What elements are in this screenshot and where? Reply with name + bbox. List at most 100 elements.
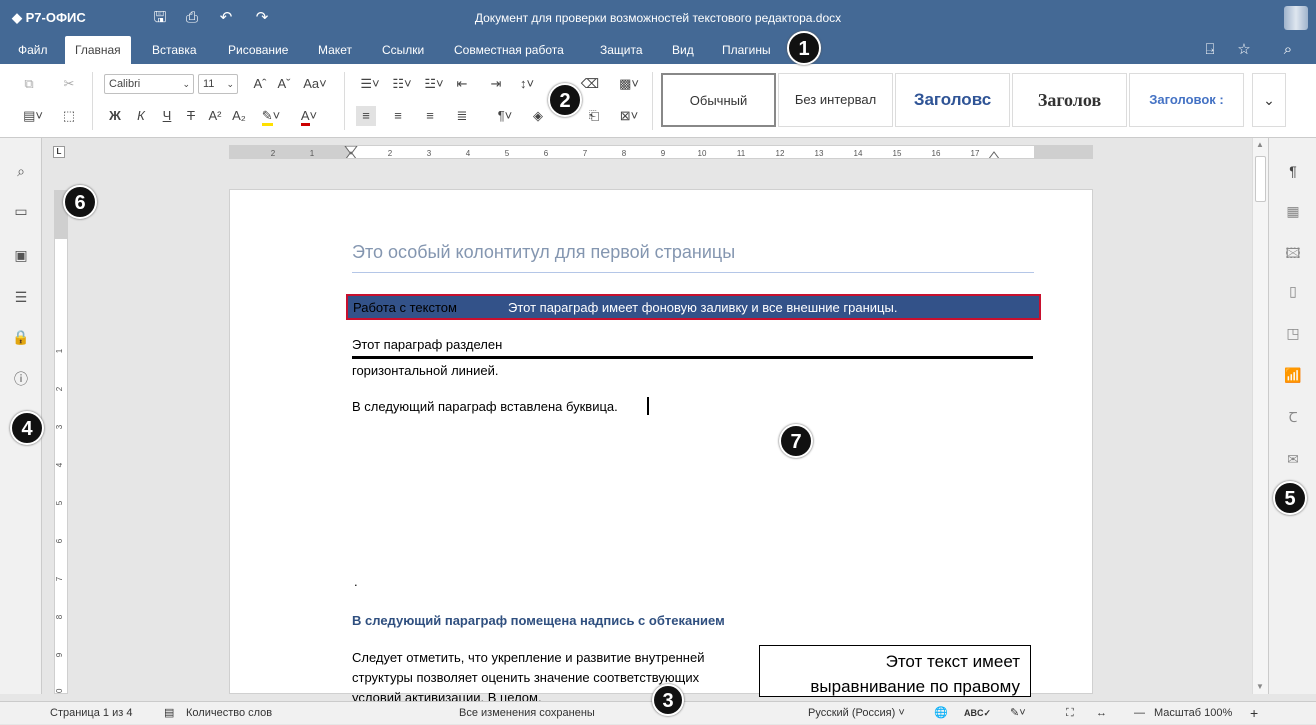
style-no-spacing[interactable]: Без интервал bbox=[778, 73, 893, 127]
multilevel-icon[interactable]: ☳˅ bbox=[420, 74, 448, 94]
word-count-icon[interactable]: ▤ bbox=[164, 702, 174, 725]
clear-style-icon[interactable]: ⌫ bbox=[580, 74, 600, 94]
chart-settings-icon[interactable]: 📶 bbox=[1282, 364, 1304, 386]
vertical-scrollbar[interactable]: ▲ ▼ bbox=[1252, 138, 1268, 694]
align-left-icon[interactable]: ≡ bbox=[356, 106, 376, 126]
right-indent-marker-icon[interactable] bbox=[988, 151, 1000, 159]
avatar[interactable] bbox=[1284, 6, 1308, 30]
track-changes-icon[interactable]: ✎˅ bbox=[1010, 702, 1026, 725]
scrollbar-thumb[interactable] bbox=[1255, 156, 1266, 202]
fit-page-icon[interactable]: ⛶ bbox=[1066, 702, 1074, 725]
style-heading2[interactable]: Заголов bbox=[1012, 73, 1127, 127]
page-counter[interactable]: Страница 1 из 4 bbox=[50, 702, 132, 725]
font-size-select[interactable]: 11 ⌄ bbox=[198, 74, 238, 94]
font-name-select[interactable]: Calibri ⌄ bbox=[104, 74, 194, 94]
word-count-label[interactable]: Количество слов bbox=[186, 702, 272, 725]
align-right-icon[interactable]: ≡ bbox=[420, 106, 440, 126]
subscript-icon[interactable]: A₂ bbox=[230, 106, 248, 126]
style-normal[interactable]: Обычный bbox=[661, 73, 776, 127]
open-location-icon[interactable]: ⍈ bbox=[1200, 40, 1220, 60]
font-size-value: 11 bbox=[203, 78, 215, 90]
document-page[interactable]: Это особый колонтитул для первой страниц… bbox=[229, 189, 1093, 705]
image-settings-icon[interactable]: 🖾 bbox=[1282, 242, 1304, 264]
fill-bucket-icon[interactable]: ◈ bbox=[528, 106, 548, 126]
strikethrough-icon[interactable]: Т bbox=[182, 106, 200, 126]
globe-icon[interactable]: 🌐 bbox=[934, 702, 948, 725]
style-heading1[interactable]: Заголовс bbox=[895, 73, 1010, 127]
cut-icon[interactable]: ✂ bbox=[58, 74, 80, 94]
shaded-label: Работа с текстом bbox=[353, 300, 457, 315]
change-case-icon[interactable]: Aa˅ bbox=[298, 74, 332, 94]
spellcheck-icon[interactable]: ABC✓ bbox=[964, 702, 991, 725]
shading-icon[interactable]: ▩˅ bbox=[614, 74, 644, 94]
ruler-tick-label: 1 bbox=[310, 149, 315, 158]
paragraph-marks-icon[interactable]: ¶˅ bbox=[490, 106, 520, 126]
table-settings-icon[interactable]: ▦ bbox=[1282, 200, 1304, 222]
font-grow-icon[interactable]: Aˆ bbox=[250, 74, 270, 94]
bullets-icon[interactable]: ☰˅ bbox=[356, 74, 384, 94]
search-icon[interactable]: ⌕ bbox=[10, 160, 32, 182]
copy-icon[interactable]: ⧉ bbox=[18, 74, 40, 94]
toolbar: ⧉ ✂ ▤˅ ⬚ Calibri ⌄ 11 ⌄ Aˆ Aˇ Aa˅ Ж К Ч Т … bbox=[0, 64, 1316, 138]
fit-width-icon[interactable]: ↔ bbox=[1096, 702, 1107, 725]
ruler-tick-label: 10 bbox=[55, 688, 64, 694]
superscript-icon[interactable]: A² bbox=[206, 106, 224, 126]
copy-style-icon[interactable]: ⎗ bbox=[584, 106, 604, 126]
tab-protection[interactable]: Защита bbox=[590, 36, 653, 64]
info-icon[interactable]: ⓘ bbox=[10, 368, 32, 390]
vertical-ruler[interactable]: 1 2 3 4 5 6 7 8 9 10 bbox=[54, 190, 68, 694]
tab-file[interactable]: Файл bbox=[8, 36, 58, 64]
select-all-icon[interactable]: ⬚ bbox=[58, 106, 80, 126]
justify-icon[interactable]: ≣ bbox=[452, 106, 472, 126]
zoom-in-icon[interactable]: + bbox=[1250, 702, 1258, 725]
numbering-icon[interactable]: ☷˅ bbox=[388, 74, 416, 94]
tab-draw[interactable]: Рисование bbox=[218, 36, 298, 64]
decrease-indent-icon[interactable]: ⇤ bbox=[452, 74, 472, 94]
font-color-icon[interactable]: A˅ bbox=[292, 106, 326, 126]
align-center-icon[interactable]: ≡ bbox=[388, 106, 408, 126]
comments-icon[interactable]: ▭ bbox=[10, 200, 32, 222]
ruler-tick-label: 2 bbox=[388, 149, 393, 158]
borders-icon[interactable]: ⊠˅ bbox=[614, 106, 644, 126]
language-value: Русский (Россия) bbox=[808, 707, 896, 719]
tab-stop-selector[interactable]: L bbox=[53, 146, 65, 158]
tab-view[interactable]: Вид bbox=[662, 36, 704, 64]
ruler-tick-label: 9 bbox=[661, 149, 666, 158]
scroll-up-icon[interactable]: ▲ bbox=[1256, 140, 1264, 149]
underline-icon[interactable]: Ч bbox=[158, 106, 176, 126]
highlight-icon[interactable]: ✎˅ bbox=[254, 106, 288, 126]
style-heading3[interactable]: Заголовок : bbox=[1129, 73, 1244, 127]
line-spacing-icon[interactable]: ↕˅ bbox=[512, 74, 542, 94]
scroll-down-icon[interactable]: ▼ bbox=[1256, 682, 1264, 691]
zoom-out-icon[interactable]: — bbox=[1134, 702, 1145, 725]
lock-icon[interactable]: 🔒 bbox=[10, 326, 32, 348]
shape-settings-icon[interactable]: ◳ bbox=[1282, 322, 1304, 344]
header-footer-icon[interactable]: ▯ bbox=[1282, 280, 1304, 302]
italic-icon[interactable]: К bbox=[132, 106, 150, 126]
mail-merge-icon[interactable]: ✉ bbox=[1282, 448, 1304, 470]
navigation-icon[interactable]: ☰ bbox=[10, 286, 32, 308]
horizontal-ruler[interactable]: 211234567891011121314151617 bbox=[229, 145, 1093, 159]
ruler-labels: 211234567891011121314151617 bbox=[271, 149, 980, 158]
ruler-labels: 1 2 3 4 5 6 7 8 9 10 bbox=[55, 348, 64, 694]
styles-expand-button[interactable]: ⌄ bbox=[1252, 73, 1286, 127]
favorite-star-icon[interactable]: ☆ bbox=[1234, 40, 1254, 60]
chat-icon[interactable]: ▣ bbox=[10, 244, 32, 266]
bold-icon[interactable]: Ж bbox=[106, 106, 124, 126]
tab-layout[interactable]: Макет bbox=[308, 36, 362, 64]
tab-insert[interactable]: Вставка bbox=[142, 36, 207, 64]
tab-references[interactable]: Ссылки bbox=[372, 36, 434, 64]
tab-plugins[interactable]: Плагины bbox=[712, 36, 781, 64]
font-shrink-icon[interactable]: Aˇ bbox=[274, 74, 294, 94]
text-box[interactable]: Этот текст имеет выравнивание по правому bbox=[759, 645, 1031, 697]
paragraph-settings-icon[interactable]: ¶ bbox=[1282, 160, 1304, 182]
paste-icon[interactable]: ▤˅ bbox=[18, 106, 48, 126]
tab-collaboration[interactable]: Совместная работа bbox=[444, 36, 574, 64]
tab-home[interactable]: Главная bbox=[65, 36, 131, 64]
textart-settings-icon[interactable]: Ꞇ bbox=[1282, 406, 1304, 428]
language-select[interactable]: Русский (Россия) ˅ bbox=[808, 702, 905, 725]
paragraph-text: Этот параграф разделен bbox=[352, 337, 503, 352]
section-heading: В следующий параграф помещена надпись с … bbox=[352, 613, 725, 628]
search-icon[interactable]: ⌕ bbox=[1278, 40, 1298, 60]
increase-indent-icon[interactable]: ⇥ bbox=[486, 74, 506, 94]
